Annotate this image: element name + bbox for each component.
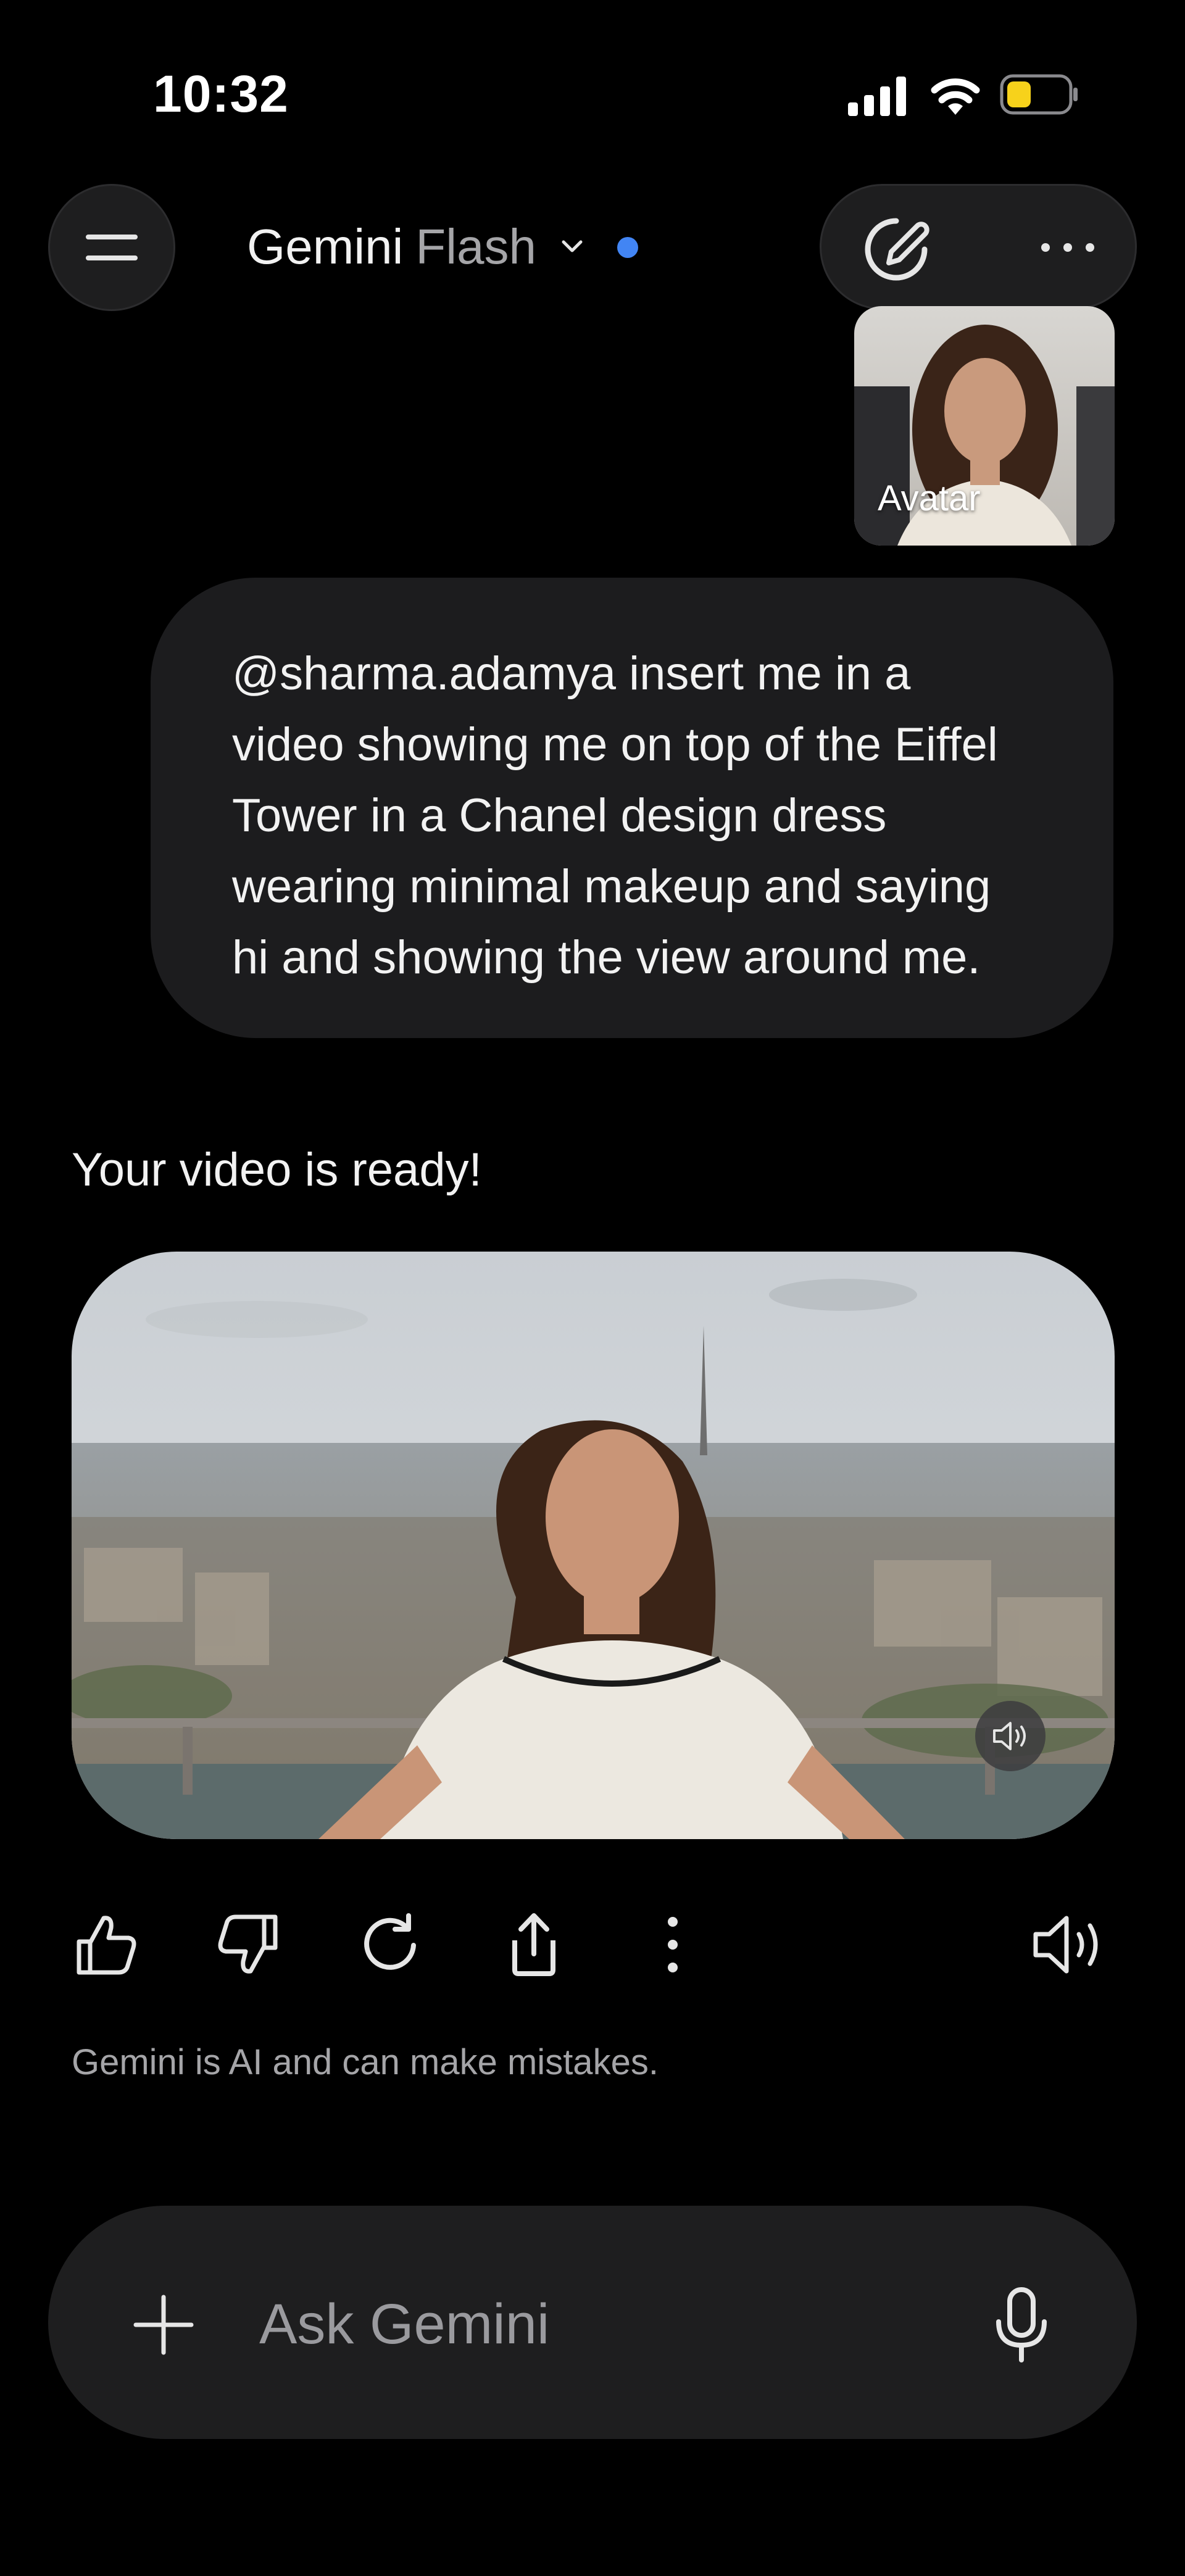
thumbs-down-icon[interactable] [215,1911,283,1979]
status-dot [617,237,638,258]
battery-icon [1000,74,1078,115]
response-text: Your video is ready! [72,1144,482,1196]
video-sound-button[interactable] [975,1701,1046,1771]
menu-button[interactable] [48,184,175,311]
speaker-icon[interactable] [1031,1911,1108,1979]
menu-icon [86,235,138,260]
generated-video[interactable] [72,1252,1115,1839]
thumbs-up-icon[interactable] [72,1911,139,1979]
plus-icon[interactable] [130,2291,198,2359]
disclaimer-text: Gemini is AI and can make mistakes. [72,2042,659,2082]
microphone-icon[interactable] [988,2286,1055,2364]
status-time: 10:32 [153,65,289,123]
model-name: Gemini [247,219,404,274]
avatar-thumbnail[interactable]: Avatar [854,306,1115,546]
video-frame [72,1252,1115,1839]
user-message-text: @sharma.adamya insert me in a video show… [232,647,998,984]
wifi-icon [931,78,980,115]
avatar-label: Avatar [878,478,981,518]
user-message-bubble: @sharma.adamya insert me in a video show… [151,578,1113,1038]
ask-gemini-input[interactable] [259,2287,938,2361]
share-icon[interactable] [500,1911,568,1979]
chevron-down-icon [562,240,583,252]
new-chat-edit-icon[interactable] [858,211,934,288]
more-vertical-icon[interactable] [642,1911,710,1979]
speaker-icon [993,1722,1026,1750]
redo-icon[interactable] [357,1911,425,1979]
model-selector[interactable]: Gemini Flash [247,216,584,278]
cellular-signal-icon [848,77,906,116]
more-options-icon[interactable] [1037,232,1099,263]
model-variant: Flash [415,219,537,274]
